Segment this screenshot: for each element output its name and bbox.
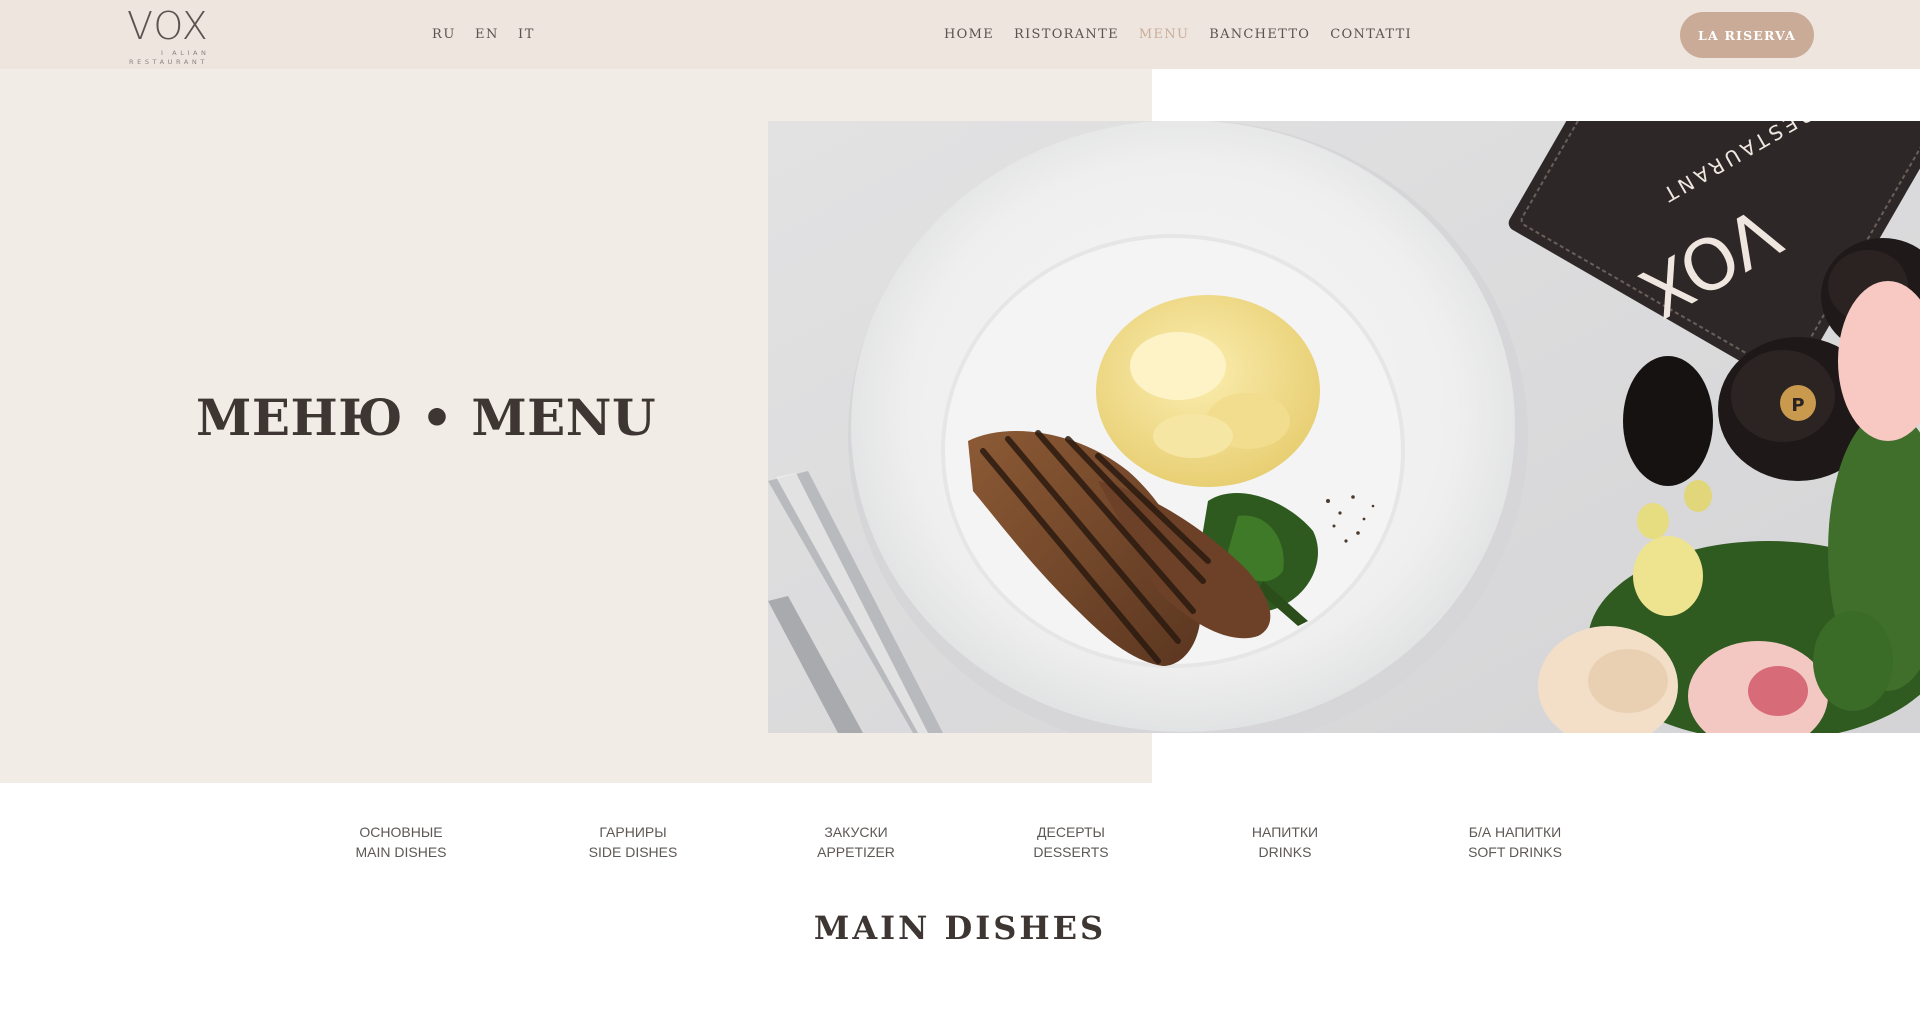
category-desserts[interactable]: ДЕСЕРТЫ DESSERTS — [1033, 822, 1108, 862]
category-label-en: SOFT DRINKS — [1468, 844, 1562, 860]
category-side-dishes[interactable]: ГАРНИРЫ SIDE DISHES — [589, 822, 678, 862]
lang-ru[interactable]: RU — [432, 27, 456, 42]
category-label-en: DESSERTS — [1033, 844, 1109, 860]
language-switcher: RU EN IT — [432, 27, 535, 42]
page-title: МЕНЮ • MENU — [196, 388, 657, 447]
category-label-ru: ОСНОВНЫЕ — [359, 824, 443, 840]
section-title: MAIN DISHES — [813, 909, 1107, 947]
logo-subtitle-2: RESTAURANT — [129, 58, 208, 66]
category-main-dishes[interactable]: ОСНОВНЫЕ MAIN DISHES — [355, 822, 446, 862]
category-soft-drinks[interactable]: Б/А НАПИТКИ SOFT DRINKS — [1468, 822, 1562, 862]
category-appetizer[interactable]: ЗАКУСКИ APPETIZER — [817, 822, 895, 862]
category-label-ru: ЗАКУСКИ — [824, 824, 888, 840]
category-label-ru: ГАРНИРЫ — [599, 824, 667, 840]
nav-home[interactable]: HOME — [944, 27, 994, 42]
nav-menu[interactable]: MENU — [1139, 27, 1189, 42]
nav-ristorante[interactable]: RISTORANTE — [1014, 27, 1119, 42]
category-label-ru: Б/А НАПИТКИ — [1468, 824, 1562, 840]
lang-it[interactable]: IT — [518, 27, 535, 42]
logo-wordmark: VOX — [127, 4, 209, 48]
vox-logo[interactable]: VOX I ALIAN RESTAURANT — [127, 4, 217, 66]
svg-text:P: P — [1791, 395, 1804, 416]
lang-en[interactable]: EN — [475, 27, 499, 42]
main-nav: HOME RISTORANTE MENU BANCHETTO CONTATTI — [944, 27, 1412, 42]
logo-subtitle-1: I ALIAN — [161, 49, 210, 57]
menu-categories: ОСНОВНЫЕ MAIN DISHES ГАРНИРЫ SIDE DISHES… — [0, 822, 1920, 862]
reserve-button[interactable]: LA RISERVA — [1680, 12, 1814, 58]
category-label-ru: ДЕСЕРТЫ — [1037, 824, 1105, 840]
nav-banchetto[interactable]: BANCHETTO — [1209, 27, 1310, 42]
category-label-en: APPETIZER — [817, 844, 895, 860]
category-label-en: DRINKS — [1258, 844, 1312, 860]
nav-contatti[interactable]: CONTATTI — [1330, 27, 1412, 42]
category-drinks[interactable]: НАПИТКИ DRINKS — [1252, 822, 1318, 862]
category-label-en: SIDE DISHES — [588, 844, 678, 860]
mashed-potatoes — [1096, 295, 1320, 487]
site-header: VOX I ALIAN RESTAURANT RU EN IT HOME RIS… — [0, 0, 1920, 69]
hero-photo: VOX RESTAURANT P — [768, 121, 1920, 733]
category-label-en: MAIN DISHES — [355, 844, 447, 860]
category-label-ru: НАПИТКИ — [1251, 824, 1319, 840]
